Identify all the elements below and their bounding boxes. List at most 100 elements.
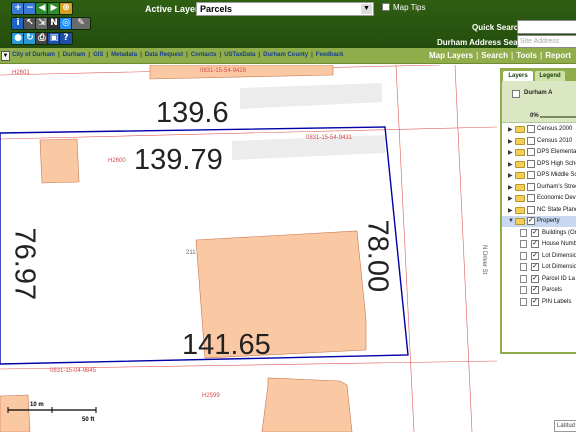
sublayer-label: House Numb <box>542 241 576 247</box>
chevron-down-icon[interactable]: ▼ <box>361 4 372 14</box>
layer-checkbox[interactable] <box>527 136 535 145</box>
layer-checkbox[interactable] <box>527 159 535 168</box>
layer-label: DPS High School <box>537 160 576 167</box>
sublayer-row[interactable]: ✓ Buildings (Or <box>502 228 576 239</box>
sublayer-label: Lot Dimensio <box>542 252 576 259</box>
panel-link[interactable]: Report <box>545 51 571 60</box>
expand-arrow-icon[interactable]: ▶ <box>508 149 513 156</box>
sublayer-checkbox[interactable]: ✓ <box>531 240 539 248</box>
quick-search-input[interactable] <box>517 20 576 34</box>
expand-arrow-icon[interactable]: ▶ <box>508 126 513 133</box>
sublayer-row[interactable]: ✓ Lot Dimensio <box>502 262 576 273</box>
expand-arrow-icon[interactable]: ▶ <box>508 195 513 202</box>
link-separator: | <box>219 52 222 58</box>
folder-icon <box>515 218 525 225</box>
opacity-slider[interactable] <box>540 116 576 118</box>
sublayer-checkbox[interactable]: ✓ <box>531 297 539 306</box>
expand-arrow-icon[interactable]: ▶ <box>508 161 513 168</box>
site-link[interactable]: Metadata <box>111 52 137 58</box>
layer-doc-icon <box>520 240 527 248</box>
layer-group-row[interactable]: ▶ DPS Elementary <box>502 147 576 158</box>
sublayer-row[interactable]: ✓ PIN Labels <box>502 297 576 308</box>
layer-checkbox[interactable]: ✓ <box>527 217 535 225</box>
full-extent-icon[interactable]: ⊕ <box>59 2 73 15</box>
layer-group-row[interactable]: ▼ ✓ Property <box>502 216 576 227</box>
sublayer-row[interactable]: ✓ Parcel ID La <box>502 274 576 285</box>
map-tips-checkbox[interactable] <box>382 3 390 11</box>
panel-link[interactable]: Search <box>481 51 508 60</box>
sublayer-checkbox[interactable]: ✓ <box>531 251 539 260</box>
layer-group-row[interactable]: ▶ Economic Deve <box>502 193 576 204</box>
site-link[interactable]: City of Durham <box>12 52 55 58</box>
tab-legend[interactable]: Legend <box>535 71 565 81</box>
layer-label: DPS Middle Sch <box>537 172 576 178</box>
site-link[interactable]: GIS <box>93 52 103 58</box>
building-footprint <box>261 377 353 432</box>
layer-group-row[interactable]: ▶ NC State Plane <box>502 205 576 216</box>
expand-arrow-icon[interactable]: ▶ <box>508 184 513 191</box>
layer-panel: Layers Legend Durham A 0% ▶ Census 2000 ▶ C… <box>500 68 576 354</box>
sublayer-checkbox[interactable]: ✓ <box>531 263 539 271</box>
layer-group-row[interactable]: ▶ Census 2010 <box>502 136 576 147</box>
site-link[interactable]: Feedback <box>316 52 344 58</box>
layer-group-row[interactable]: ▶ Durham's Stree <box>502 182 576 193</box>
site-link[interactable]: USTaxData <box>224 52 255 58</box>
map-canvas[interactable]: 139.6 139.79 76.97 78.00 141.65 0831-15-… <box>0 65 576 432</box>
scale-label-imperial: 50 ft <box>82 417 95 423</box>
layer-label: Durham's Stree <box>537 183 576 190</box>
lot-dimension-label: 76.97 <box>8 227 41 301</box>
site-link[interactable]: Data Request <box>145 52 183 58</box>
link-separator: | <box>311 52 313 58</box>
layer-checkbox[interactable] <box>527 125 535 133</box>
map-tips-toggle[interactable]: Map Tips <box>382 3 425 12</box>
building-footprint <box>39 138 80 184</box>
sublayer-checkbox[interactable]: ✓ <box>531 228 539 237</box>
layer-group-row[interactable]: ▶ DPS High School <box>502 159 576 170</box>
sublayer-row[interactable]: ✓ House Numb <box>502 239 576 250</box>
sublayer-label: Buildings (Or <box>542 229 576 236</box>
panel-link[interactable]: Tools <box>516 51 537 60</box>
scale-label-metric: 10 m <box>30 402 44 408</box>
parcel-pin-label: 0831-15-54-9428 <box>200 68 247 74</box>
layer-checkbox[interactable] <box>527 148 535 156</box>
layer-group-row[interactable]: ▶ Census 2000 <box>502 124 576 135</box>
menu-dropdown-icon[interactable]: ▼ <box>1 51 10 61</box>
sublayer-label: Lot Dimensio <box>542 264 576 270</box>
expand-arrow-icon[interactable]: ▶ <box>508 207 513 214</box>
link-separator: | <box>186 52 188 58</box>
address-search-input[interactable]: Site Address <box>517 35 576 48</box>
tab-layers[interactable]: Layers <box>503 71 533 81</box>
latitude-readout: Latitud <box>554 420 576 432</box>
panel-tabs: Layers Legend <box>502 70 576 81</box>
folder-icon <box>515 149 525 156</box>
site-link[interactable]: Durham County <box>263 52 308 58</box>
help-icon[interactable]: ? <box>59 32 73 45</box>
site-link[interactable]: Contacts <box>191 52 217 58</box>
layer-doc-icon <box>520 263 527 271</box>
expand-arrow-icon[interactable]: ▼ <box>508 218 514 224</box>
layer-checkbox[interactable] <box>527 182 535 191</box>
layer-checkbox[interactable] <box>527 205 535 214</box>
site-link[interactable]: Durham <box>63 52 86 58</box>
sublayer-checkbox[interactable]: ✓ <box>531 274 539 283</box>
layer-label: Property <box>537 218 560 224</box>
layer-label: DPS Elementary <box>537 149 576 155</box>
parcel-pin-label: 0831-15-04-9845 <box>50 368 97 374</box>
layer-group-row[interactable]: ▶ DPS Middle Sch <box>502 170 576 181</box>
layer-doc-icon <box>520 286 527 294</box>
sublayer-row[interactable]: ✓ Lot Dimensio <box>502 251 576 262</box>
layer-checkbox[interactable] <box>527 194 535 202</box>
sublayer-row[interactable]: ✓ Parcels <box>502 285 576 296</box>
sublayer-checkbox[interactable]: ✓ <box>531 286 539 294</box>
draw-icon[interactable]: ✎ <box>71 17 91 30</box>
folder-icon <box>515 160 525 168</box>
basemap-checkbox[interactable] <box>512 90 520 98</box>
active-layer-select[interactable]: Parcels ▼ <box>196 2 374 16</box>
link-separator: | <box>476 51 479 60</box>
expand-arrow-icon[interactable]: ▶ <box>508 138 513 145</box>
layer-doc-icon <box>520 297 527 306</box>
panel-link[interactable]: Map Layers <box>429 51 473 60</box>
layer-checkbox[interactable] <box>527 171 535 179</box>
expand-arrow-icon[interactable]: ▶ <box>508 172 513 179</box>
links-bar: ▼ City of Durham | Durham | GIS | Metadata | Dat… <box>0 48 576 64</box>
